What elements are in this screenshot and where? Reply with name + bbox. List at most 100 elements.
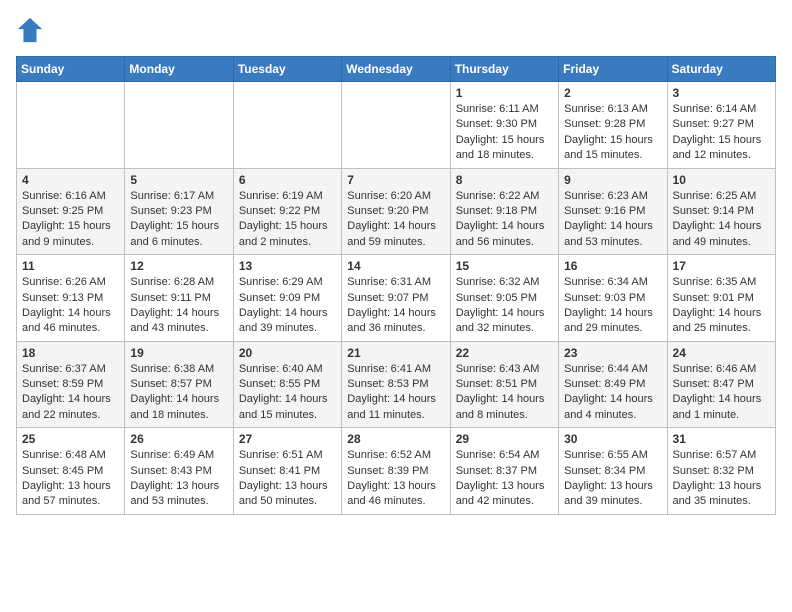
logo-icon: [16, 16, 44, 44]
calendar-header-row: SundayMondayTuesdayWednesdayThursdayFrid…: [17, 57, 776, 82]
calendar-cell: 3 Sunrise: 6:14 AM Sunset: 9:27 PM Daylig…: [667, 82, 775, 169]
day-info: Sunrise: 6:26 AM Sunset: 9:13 PM Dayligh…: [22, 275, 119, 337]
day-number: 29: [456, 432, 553, 446]
day-number: 23: [564, 346, 661, 360]
calendar-cell: 24 Sunrise: 6:46 AM Sunset: 8:47 PM Dayli…: [667, 341, 775, 428]
calendar-cell: 23 Sunrise: 6:44 AM Sunset: 8:49 PM Dayli…: [559, 341, 667, 428]
day-info: Sunrise: 6:17 AM Sunset: 9:23 PM Dayligh…: [130, 189, 227, 251]
day-info: Sunrise: 6:14 AM Sunset: 9:27 PM Dayligh…: [673, 102, 770, 164]
day-number: 8: [456, 173, 553, 187]
calendar-cell: 31 Sunrise: 6:57 AM Sunset: 8:32 PM Dayli…: [667, 428, 775, 515]
day-info: Sunrise: 6:44 AM Sunset: 8:49 PM Dayligh…: [564, 362, 661, 424]
calendar-cell: 10 Sunrise: 6:25 AM Sunset: 9:14 PM Dayli…: [667, 168, 775, 255]
day-info: Sunrise: 6:13 AM Sunset: 9:28 PM Dayligh…: [564, 102, 661, 164]
day-info: Sunrise: 6:57 AM Sunset: 8:32 PM Dayligh…: [673, 448, 770, 510]
day-info: Sunrise: 6:51 AM Sunset: 8:41 PM Dayligh…: [239, 448, 336, 510]
day-header: Tuesday: [233, 57, 341, 82]
day-number: 24: [673, 346, 770, 360]
calendar-cell: 17 Sunrise: 6:35 AM Sunset: 9:01 PM Dayli…: [667, 255, 775, 342]
day-number: 13: [239, 259, 336, 273]
day-number: 16: [564, 259, 661, 273]
calendar-week-row: 4 Sunrise: 6:16 AM Sunset: 9:25 PM Daylig…: [17, 168, 776, 255]
day-number: 6: [239, 173, 336, 187]
day-header: Friday: [559, 57, 667, 82]
day-number: 14: [347, 259, 444, 273]
calendar-cell: 7Sunrise: 6:20 AM Sunset: 9:20 PM Daylig…: [342, 168, 450, 255]
calendar-week-row: 18 Sunrise: 6:37 AM Sunset: 8:59 PM Dayli…: [17, 341, 776, 428]
calendar-cell: [17, 82, 125, 169]
day-info: Sunrise: 6:16 AM Sunset: 9:25 PM Dayligh…: [22, 189, 119, 251]
day-info: Sunrise: 6:11 AM Sunset: 9:30 PM Dayligh…: [456, 102, 553, 164]
day-number: 31: [673, 432, 770, 446]
calendar-cell: [125, 82, 233, 169]
day-number: 22: [456, 346, 553, 360]
day-info: Sunrise: 6:40 AM Sunset: 8:55 PM Dayligh…: [239, 362, 336, 424]
day-info: Sunrise: 6:49 AM Sunset: 8:43 PM Dayligh…: [130, 448, 227, 510]
day-header: Saturday: [667, 57, 775, 82]
calendar-cell: 11 Sunrise: 6:26 AM Sunset: 9:13 PM Dayli…: [17, 255, 125, 342]
day-number: 17: [673, 259, 770, 273]
day-number: 12: [130, 259, 227, 273]
day-header: Sunday: [17, 57, 125, 82]
day-number: 18: [22, 346, 119, 360]
calendar-cell: 21Sunrise: 6:41 AM Sunset: 8:53 PM Dayli…: [342, 341, 450, 428]
day-info: Sunrise: 6:43 AM Sunset: 8:51 PM Dayligh…: [456, 362, 553, 424]
calendar-cell: 6 Sunrise: 6:19 AM Sunset: 9:22 PM Daylig…: [233, 168, 341, 255]
day-number: 19: [130, 346, 227, 360]
calendar-cell: 20 Sunrise: 6:40 AM Sunset: 8:55 PM Dayli…: [233, 341, 341, 428]
calendar-cell: 5 Sunrise: 6:17 AM Sunset: 9:23 PM Daylig…: [125, 168, 233, 255]
day-number: 5: [130, 173, 227, 187]
day-number: 28: [347, 432, 444, 446]
calendar-cell: 30Sunrise: 6:55 AM Sunset: 8:34 PM Dayli…: [559, 428, 667, 515]
calendar-cell: 28Sunrise: 6:52 AM Sunset: 8:39 PM Dayli…: [342, 428, 450, 515]
calendar-cell: 1 Sunrise: 6:11 AM Sunset: 9:30 PM Daylig…: [450, 82, 558, 169]
calendar-cell: [233, 82, 341, 169]
calendar-cell: 27 Sunrise: 6:51 AM Sunset: 8:41 PM Dayli…: [233, 428, 341, 515]
day-number: 30: [564, 432, 661, 446]
day-number: 26: [130, 432, 227, 446]
day-info: Sunrise: 6:35 AM Sunset: 9:01 PM Dayligh…: [673, 275, 770, 337]
day-number: 20: [239, 346, 336, 360]
day-info: Sunrise: 6:37 AM Sunset: 8:59 PM Dayligh…: [22, 362, 119, 424]
day-header: Wednesday: [342, 57, 450, 82]
day-info: Sunrise: 6:38 AM Sunset: 8:57 PM Dayligh…: [130, 362, 227, 424]
day-number: 15: [456, 259, 553, 273]
day-info: Sunrise: 6:23 AM Sunset: 9:16 PM Dayligh…: [564, 189, 661, 251]
calendar-cell: 4 Sunrise: 6:16 AM Sunset: 9:25 PM Daylig…: [17, 168, 125, 255]
day-info: Sunrise: 6:25 AM Sunset: 9:14 PM Dayligh…: [673, 189, 770, 251]
calendar-cell: 15 Sunrise: 6:32 AM Sunset: 9:05 PM Dayli…: [450, 255, 558, 342]
day-info: Sunrise: 6:29 AM Sunset: 9:09 PM Dayligh…: [239, 275, 336, 337]
calendar-cell: 19 Sunrise: 6:38 AM Sunset: 8:57 PM Dayli…: [125, 341, 233, 428]
page-header: [16, 16, 776, 44]
day-number: 3: [673, 86, 770, 100]
calendar-cell: 26 Sunrise: 6:49 AM Sunset: 8:43 PM Dayli…: [125, 428, 233, 515]
day-info: Sunrise: 6:32 AM Sunset: 9:05 PM Dayligh…: [456, 275, 553, 337]
day-number: 4: [22, 173, 119, 187]
day-number: 11: [22, 259, 119, 273]
calendar-cell: 2 Sunrise: 6:13 AM Sunset: 9:28 PM Daylig…: [559, 82, 667, 169]
day-info: Sunrise: 6:46 AM Sunset: 8:47 PM Dayligh…: [673, 362, 770, 424]
calendar-cell: 13 Sunrise: 6:29 AM Sunset: 9:09 PM Dayli…: [233, 255, 341, 342]
day-number: 2: [564, 86, 661, 100]
calendar-cell: 29 Sunrise: 6:54 AM Sunset: 8:37 PM Dayli…: [450, 428, 558, 515]
day-number: 1: [456, 86, 553, 100]
day-number: 10: [673, 173, 770, 187]
day-number: 7: [347, 173, 444, 187]
calendar-cell: 25Sunrise: 6:48 AM Sunset: 8:45 PM Dayli…: [17, 428, 125, 515]
day-header: Thursday: [450, 57, 558, 82]
day-number: 9: [564, 173, 661, 187]
calendar-cell: 8Sunrise: 6:22 AM Sunset: 9:18 PM Daylig…: [450, 168, 558, 255]
calendar-table: SundayMondayTuesdayWednesdayThursdayFrid…: [16, 56, 776, 515]
calendar-cell: 9 Sunrise: 6:23 AM Sunset: 9:16 PM Daylig…: [559, 168, 667, 255]
day-info: Sunrise: 6:54 AM Sunset: 8:37 PM Dayligh…: [456, 448, 553, 510]
day-info: Sunrise: 6:28 AM Sunset: 9:11 PM Dayligh…: [130, 275, 227, 337]
day-info: Sunrise: 6:31 AM Sunset: 9:07 PM Dayligh…: [347, 275, 444, 337]
day-info: Sunrise: 6:19 AM Sunset: 9:22 PM Dayligh…: [239, 189, 336, 251]
day-info: Sunrise: 6:34 AM Sunset: 9:03 PM Dayligh…: [564, 275, 661, 337]
calendar-cell: 12 Sunrise: 6:28 AM Sunset: 9:11 PM Dayli…: [125, 255, 233, 342]
day-number: 27: [239, 432, 336, 446]
day-header: Monday: [125, 57, 233, 82]
calendar-cell: 22 Sunrise: 6:43 AM Sunset: 8:51 PM Dayli…: [450, 341, 558, 428]
calendar-cell: [342, 82, 450, 169]
day-number: 25: [22, 432, 119, 446]
